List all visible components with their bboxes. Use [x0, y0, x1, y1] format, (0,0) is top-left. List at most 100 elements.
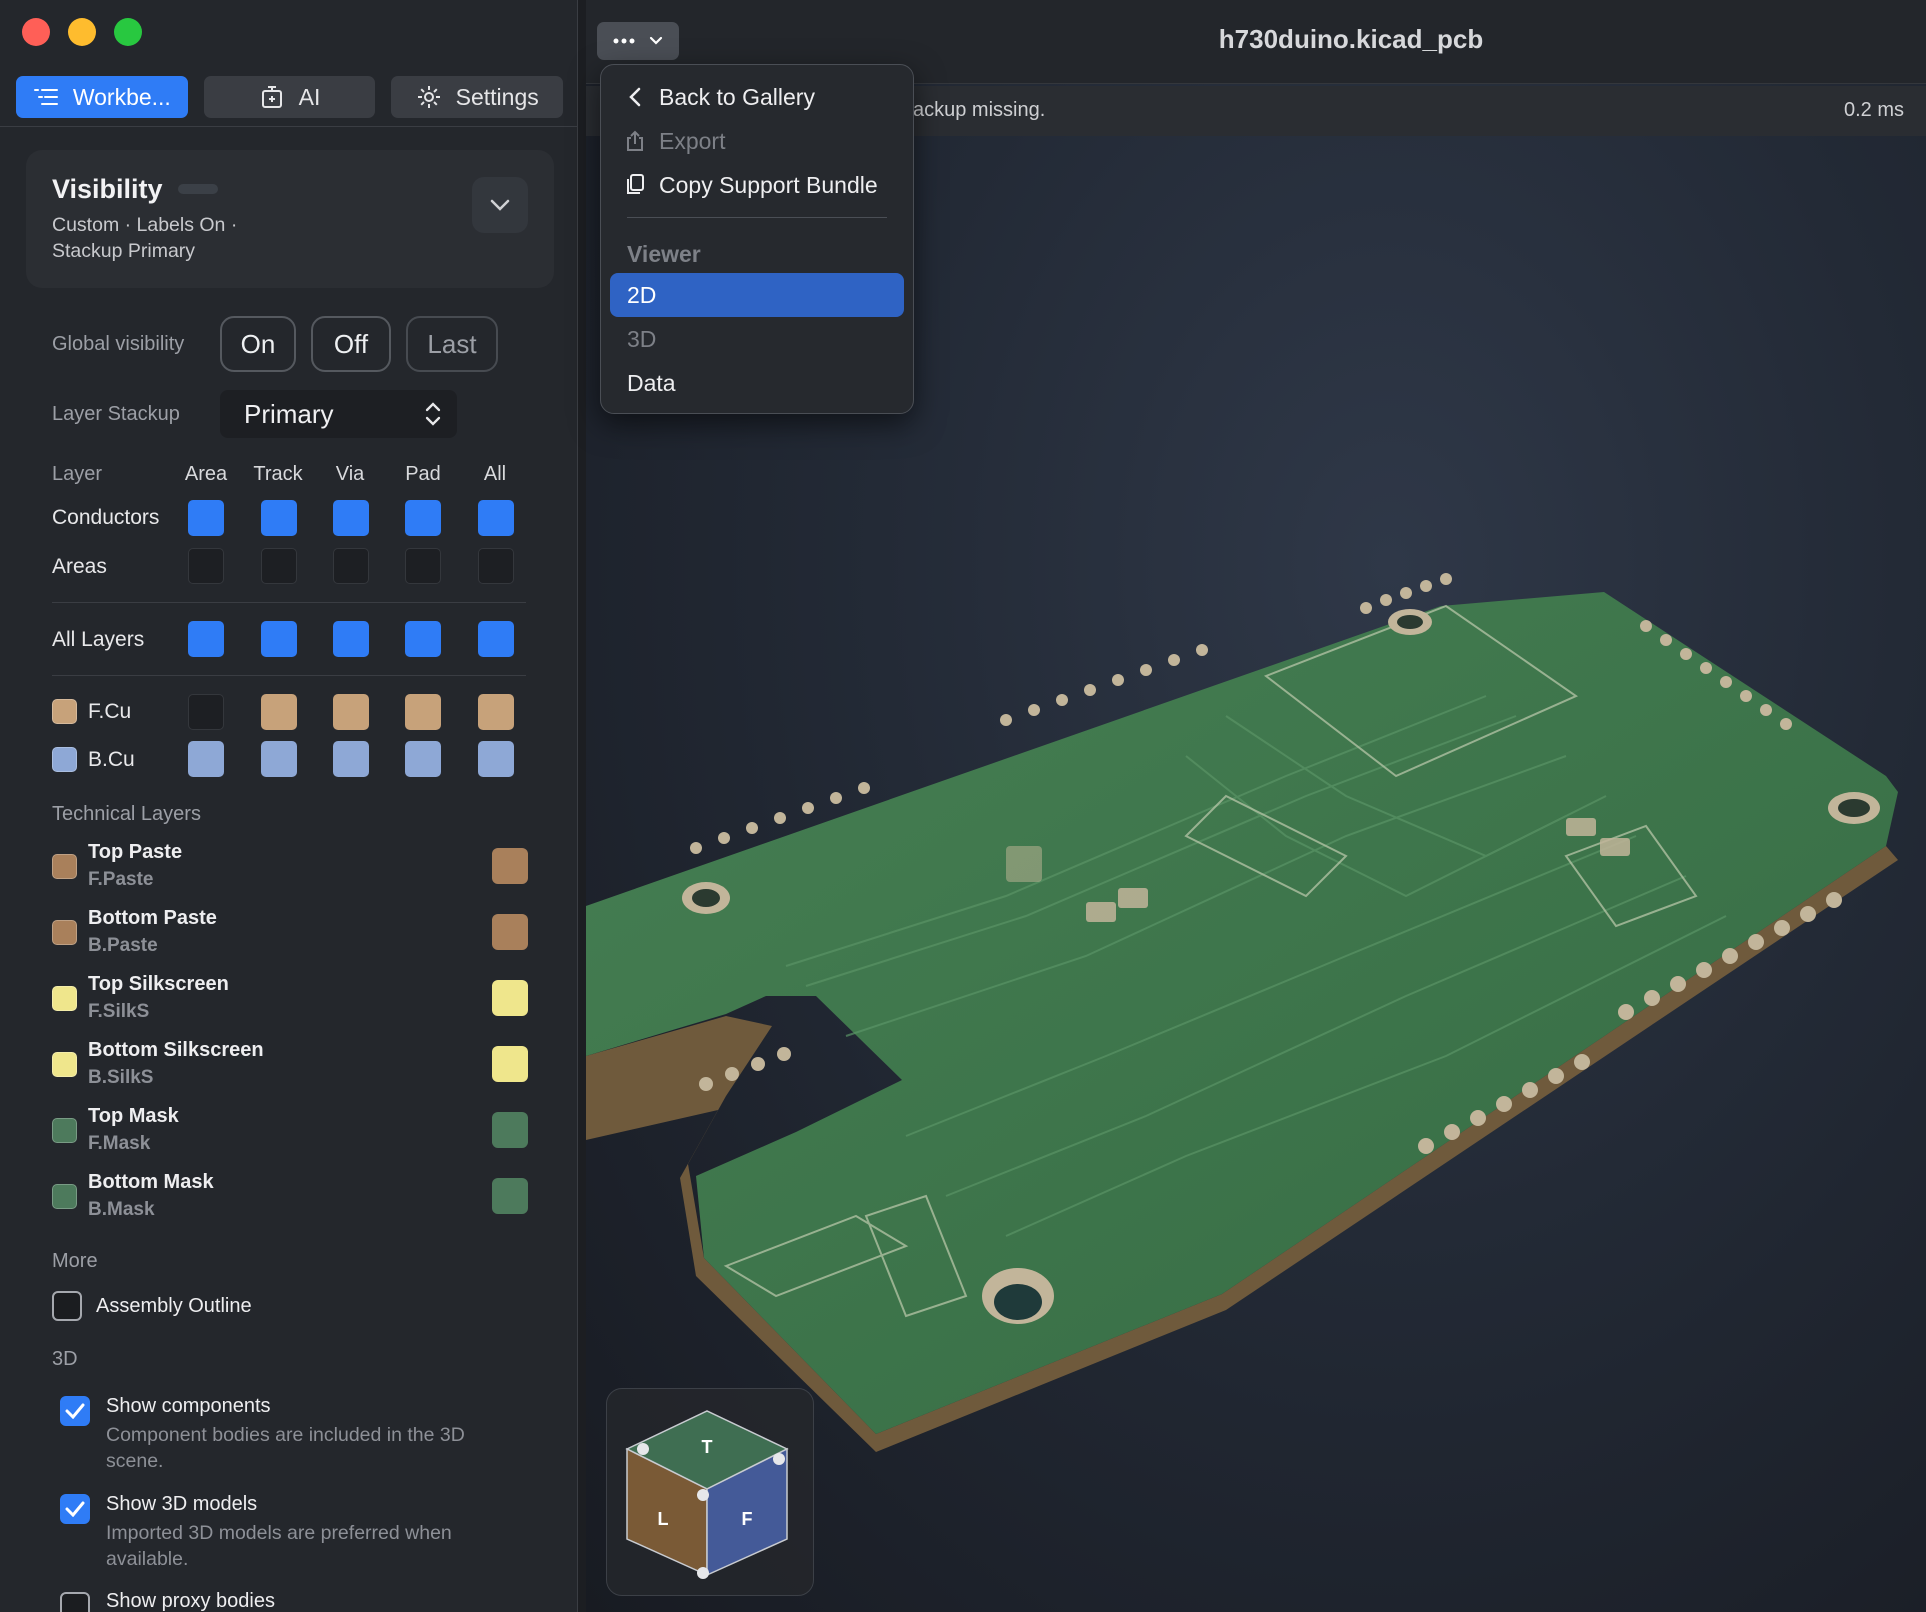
via-column-header: Via	[335, 463, 365, 485]
cube-left-label[interactable]: L	[658, 1509, 669, 1529]
toggle-bcu-via[interactable]	[333, 741, 369, 777]
zoom-window-button[interactable]	[114, 18, 142, 46]
toggle-conductors-pad[interactable]	[405, 500, 441, 536]
cube-top-label[interactable]: T	[702, 1437, 713, 1457]
toggle-bcu-area[interactable]	[188, 741, 224, 777]
sidebar: Workbe... AI Settings Visibility Custom …	[0, 0, 578, 1612]
visibility-summary: Custom · Labels On · Stackup Primary	[52, 214, 238, 262]
toggle-fcu-track[interactable]	[261, 694, 297, 730]
toggle-fcu-via[interactable]	[333, 694, 369, 730]
menu-item-copy-support-bundle[interactable]: Copy Support Bundle	[601, 163, 913, 207]
tab-ai[interactable]: AI	[203, 76, 376, 118]
track-column-header: Track	[253, 463, 303, 485]
global-visibility-off-button[interactable]: Off	[311, 316, 391, 372]
global-visibility-last-button[interactable]: Last	[406, 316, 498, 372]
f-paste-id: F.Paste	[88, 869, 154, 890]
show-3d-models-checkbox[interactable]	[60, 1494, 90, 1524]
b-mask-color-swatch[interactable]	[492, 1178, 528, 1214]
b-mask-small-swatch[interactable]	[52, 1184, 77, 1209]
render-time: 0.2 ms	[1843, 99, 1904, 121]
toggle-bcu-all[interactable]	[478, 741, 514, 777]
viewer-section-heading: Viewer	[627, 241, 701, 267]
layer-column-header: Layer	[52, 463, 103, 485]
f-paste-color-swatch[interactable]	[492, 848, 528, 884]
menu-item-export[interactable]: Export	[601, 119, 913, 163]
toggle-all-layers-pad[interactable]	[405, 621, 441, 657]
show-components-checkbox[interactable]	[60, 1396, 90, 1426]
window-title: h730duino.kicad_pcb	[1218, 24, 1484, 54]
show-components-desc: Component bodies are included in the 3D …	[106, 1424, 465, 1472]
f-silks-color-swatch[interactable]	[492, 980, 528, 1016]
f-mask-color-swatch[interactable]	[492, 1112, 528, 1148]
b-silks-color-swatch[interactable]	[492, 1046, 528, 1082]
toggle-areas-pad[interactable]	[405, 548, 441, 584]
layer-stackup-select[interactable]: Primary	[220, 390, 457, 438]
toggle-conductors-track[interactable]	[261, 500, 297, 536]
toggle-all-layers-via[interactable]	[333, 621, 369, 657]
toggle-areas-all[interactable]	[478, 548, 514, 584]
minimize-window-button[interactable]	[68, 18, 96, 46]
cube-front-label[interactable]: F	[742, 1509, 753, 1529]
visibility-expand-button[interactable]	[472, 177, 528, 233]
copy-document-icon	[627, 174, 644, 194]
b-mask-id: B.Mask	[88, 1199, 155, 1220]
fcu-color-swatch[interactable]	[52, 699, 77, 724]
board-top	[586, 592, 1898, 1434]
global-visibility-label: Global visibility	[52, 333, 185, 355]
global-visibility-on-button[interactable]: On	[220, 316, 296, 372]
toggle-fcu-area[interactable]	[188, 694, 224, 730]
list-icon	[33, 89, 58, 105]
f-mask-small-swatch[interactable]	[52, 1118, 77, 1143]
toggle-bcu-pad[interactable]	[405, 741, 441, 777]
three-d-heading: 3D	[52, 1348, 78, 1370]
f-mask-name: Top Mask	[88, 1105, 179, 1127]
toggle-fcu-all[interactable]	[478, 694, 514, 730]
b-silks-name: Bottom Silkscreen	[88, 1039, 264, 1061]
row-label-areas: Areas	[52, 555, 107, 578]
sidebar-tabbar: Workbe... AI Settings	[16, 76, 564, 118]
visibility-indicator	[178, 184, 218, 194]
toggle-fcu-pad[interactable]	[405, 694, 441, 730]
toggle-areas-area[interactable]	[188, 548, 224, 584]
menu-item-viewer-data[interactable]: Data	[601, 361, 913, 405]
toggle-conductors-via[interactable]	[333, 500, 369, 536]
toggle-all-layers-area[interactable]	[188, 621, 224, 657]
toggle-conductors-area[interactable]	[188, 500, 224, 536]
updown-chevron-icon	[425, 402, 441, 426]
f-silks-small-swatch[interactable]	[52, 986, 77, 1011]
bcu-color-swatch[interactable]	[52, 747, 77, 772]
pad-column-header: Pad	[405, 463, 441, 485]
toggle-areas-via[interactable]	[333, 548, 369, 584]
technical-layers-heading: Technical Layers	[52, 803, 201, 825]
toggle-all-layers-track[interactable]	[261, 621, 297, 657]
b-paste-color-swatch[interactable]	[492, 914, 528, 950]
f-paste-small-swatch[interactable]	[52, 854, 77, 879]
layer-stackup-value: Primary	[244, 398, 334, 429]
tab-ai-label: AI	[298, 83, 321, 110]
assembly-outline-label: Assembly Outline	[96, 1295, 252, 1317]
show-proxy-bodies-title: Show proxy bodies	[106, 1590, 275, 1612]
b-paste-small-swatch[interactable]	[52, 920, 77, 945]
toggle-conductors-all[interactable]	[478, 500, 514, 536]
navigation-cube[interactable]: T L F	[606, 1388, 814, 1596]
tabbar-divider	[0, 126, 577, 127]
menu-item-viewer-3d[interactable]: 3D	[601, 317, 913, 361]
show-proxy-bodies-checkbox[interactable]	[60, 1592, 90, 1612]
chevron-left-icon	[629, 87, 641, 107]
b-paste-id: B.Paste	[88, 935, 158, 956]
tab-workbench[interactable]: Workbe...	[16, 76, 188, 118]
menu-item-viewer-2d[interactable]: 2D	[610, 273, 904, 317]
row-label-fcu: F.Cu	[88, 700, 132, 723]
toggle-areas-track[interactable]	[261, 548, 297, 584]
close-window-button[interactable]	[22, 18, 50, 46]
tab-settings[interactable]: Settings	[391, 76, 564, 118]
b-silks-small-swatch[interactable]	[52, 1052, 77, 1077]
menu-item-back-to-gallery[interactable]: Back to Gallery	[601, 75, 913, 119]
visibility-title: Visibility	[52, 174, 163, 204]
toggle-all-layers-all[interactable]	[478, 621, 514, 657]
view-cube-icon: T L F	[625, 1410, 789, 1579]
assembly-outline-checkbox[interactable]	[52, 1291, 82, 1321]
row-label-all-layers: All Layers	[52, 628, 145, 651]
tab-workbench-label: Workbe...	[72, 83, 171, 110]
toggle-bcu-track[interactable]	[261, 741, 297, 777]
